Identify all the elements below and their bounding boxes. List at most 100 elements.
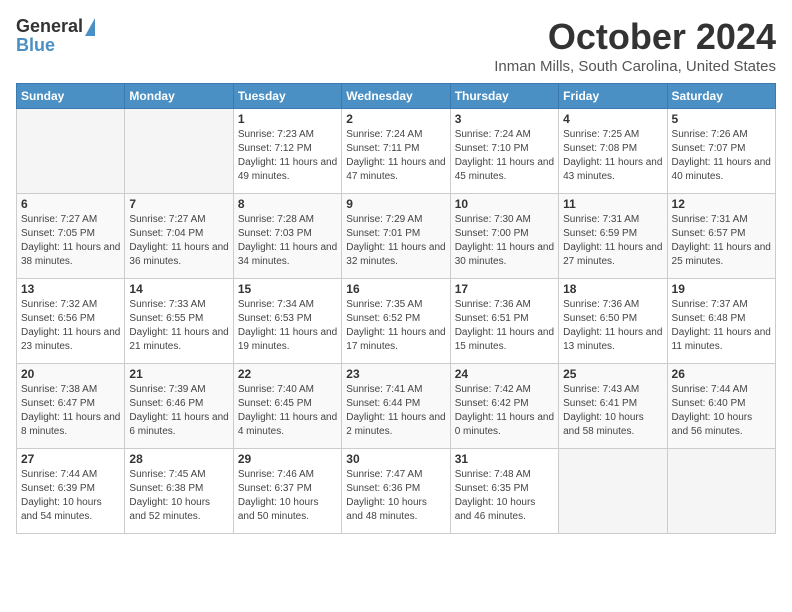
day-info: Sunrise: 7:27 AMSunset: 7:05 PMDaylight:… (21, 213, 120, 269)
calendar-cell: 4 Sunrise: 7:25 AMSunset: 7:08 PMDaylight… (559, 109, 667, 194)
calendar-cell: 15 Sunrise: 7:34 AMSunset: 6:53 PMDayligh… (233, 279, 341, 364)
day-info: Sunrise: 7:39 AMSunset: 6:46 PMDaylight:… (129, 383, 228, 439)
month-title: October 2024 (494, 16, 776, 58)
calendar-cell: 7 Sunrise: 7:27 AMSunset: 7:04 PMDaylight… (125, 194, 233, 279)
day-info: Sunrise: 7:31 AMSunset: 6:57 PMDaylight:… (672, 213, 771, 269)
day-info: Sunrise: 7:44 AMSunset: 6:40 PMDaylight:… (672, 383, 771, 439)
day-info: Sunrise: 7:45 AMSunset: 6:38 PMDaylight:… (129, 468, 228, 524)
day-info: Sunrise: 7:37 AMSunset: 6:48 PMDaylight:… (672, 298, 771, 354)
week-row-5: 27 Sunrise: 7:44 AMSunset: 6:39 PMDayligh… (17, 449, 776, 534)
col-monday: Monday (125, 84, 233, 109)
day-number: 18 (563, 282, 662, 296)
day-number: 4 (563, 112, 662, 126)
day-info: Sunrise: 7:27 AMSunset: 7:04 PMDaylight:… (129, 213, 228, 269)
calendar-cell (17, 109, 125, 194)
day-info: Sunrise: 7:25 AMSunset: 7:08 PMDaylight:… (563, 128, 662, 184)
calendar-cell: 25 Sunrise: 7:43 AMSunset: 6:41 PMDayligh… (559, 364, 667, 449)
day-number: 21 (129, 367, 228, 381)
day-info: Sunrise: 7:26 AMSunset: 7:07 PMDaylight:… (672, 128, 771, 184)
calendar-cell: 23Sunrise: 7:41 AMSunset: 6:44 PMDayligh… (342, 364, 450, 449)
calendar-cell: 28 Sunrise: 7:45 AMSunset: 6:38 PMDayligh… (125, 449, 233, 534)
day-info: Sunrise: 7:23 AMSunset: 7:12 PMDaylight:… (238, 128, 337, 184)
day-number: 24 (455, 367, 554, 381)
week-row-2: 6 Sunrise: 7:27 AMSunset: 7:05 PMDaylight… (17, 194, 776, 279)
day-info: Sunrise: 7:28 AMSunset: 7:03 PMDaylight:… (238, 213, 337, 269)
day-number: 25 (563, 367, 662, 381)
day-info: Sunrise: 7:38 AMSunset: 6:47 PMDaylight:… (21, 383, 120, 439)
col-sunday: Sunday (17, 84, 125, 109)
day-info: Sunrise: 7:44 AMSunset: 6:39 PMDaylight:… (21, 468, 120, 524)
day-number: 13 (21, 282, 120, 296)
day-info: Sunrise: 7:48 AMSunset: 6:35 PMDaylight:… (455, 468, 554, 524)
day-info: Sunrise: 7:46 AMSunset: 6:37 PMDaylight:… (238, 468, 337, 524)
day-number: 30 (346, 452, 445, 466)
location: Inman Mills, South Carolina, United Stat… (494, 58, 776, 75)
day-number: 28 (129, 452, 228, 466)
day-number: 1 (238, 112, 337, 126)
calendar-cell: 26Sunrise: 7:44 AMSunset: 6:40 PMDayligh… (667, 364, 775, 449)
day-info: Sunrise: 7:33 AMSunset: 6:55 PMDaylight:… (129, 298, 228, 354)
day-number: 19 (672, 282, 771, 296)
day-info: Sunrise: 7:24 AMSunset: 7:11 PMDaylight:… (346, 128, 445, 184)
day-info: Sunrise: 7:40 AMSunset: 6:45 PMDaylight:… (238, 383, 337, 439)
day-info: Sunrise: 7:34 AMSunset: 6:53 PMDaylight:… (238, 298, 337, 354)
day-number: 8 (238, 197, 337, 211)
calendar-cell: 8 Sunrise: 7:28 AMSunset: 7:03 PMDaylight… (233, 194, 341, 279)
calendar-cell: 29 Sunrise: 7:46 AMSunset: 6:37 PMDayligh… (233, 449, 341, 534)
day-number: 14 (129, 282, 228, 296)
logo-blue: Blue (16, 35, 55, 56)
day-info: Sunrise: 7:36 AMSunset: 6:51 PMDaylight:… (455, 298, 554, 354)
calendar-cell: 1 Sunrise: 7:23 AMSunset: 7:12 PMDaylight… (233, 109, 341, 194)
logo-general: General (16, 16, 83, 37)
week-row-4: 20Sunrise: 7:38 AMSunset: 6:47 PMDayligh… (17, 364, 776, 449)
day-info: Sunrise: 7:43 AMSunset: 6:41 PMDaylight:… (563, 383, 662, 439)
calendar-cell: 18 Sunrise: 7:36 AMSunset: 6:50 PMDayligh… (559, 279, 667, 364)
col-friday: Friday (559, 84, 667, 109)
day-info: Sunrise: 7:36 AMSunset: 6:50 PMDaylight:… (563, 298, 662, 354)
calendar-cell: 12 Sunrise: 7:31 AMSunset: 6:57 PMDayligh… (667, 194, 775, 279)
logo: General Blue (16, 16, 95, 56)
day-number: 10 (455, 197, 554, 211)
day-number: 15 (238, 282, 337, 296)
calendar-cell: 6 Sunrise: 7:27 AMSunset: 7:05 PMDaylight… (17, 194, 125, 279)
calendar-cell: 17 Sunrise: 7:36 AMSunset: 6:51 PMDayligh… (450, 279, 558, 364)
calendar-header-row: Sunday Monday Tuesday Wednesday Thursday… (17, 84, 776, 109)
calendar-cell: 14 Sunrise: 7:33 AMSunset: 6:55 PMDayligh… (125, 279, 233, 364)
calendar-cell: 13 Sunrise: 7:32 AMSunset: 6:56 PMDayligh… (17, 279, 125, 364)
day-info: Sunrise: 7:29 AMSunset: 7:01 PMDaylight:… (346, 213, 445, 269)
day-info: Sunrise: 7:42 AMSunset: 6:42 PMDaylight:… (455, 383, 554, 439)
title-section: October 2024 Inman Mills, South Carolina… (494, 16, 776, 75)
day-info: Sunrise: 7:32 AMSunset: 6:56 PMDaylight:… (21, 298, 120, 354)
day-number: 7 (129, 197, 228, 211)
day-number: 6 (21, 197, 120, 211)
calendar-cell: 27 Sunrise: 7:44 AMSunset: 6:39 PMDayligh… (17, 449, 125, 534)
day-number: 9 (346, 197, 445, 211)
day-number: 17 (455, 282, 554, 296)
calendar-cell: 9 Sunrise: 7:29 AMSunset: 7:01 PMDaylight… (342, 194, 450, 279)
calendar-cell: 20Sunrise: 7:38 AMSunset: 6:47 PMDayligh… (17, 364, 125, 449)
day-info: Sunrise: 7:31 AMSunset: 6:59 PMDaylight:… (563, 213, 662, 269)
day-number: 22 (238, 367, 337, 381)
week-row-1: 1 Sunrise: 7:23 AMSunset: 7:12 PMDaylight… (17, 109, 776, 194)
calendar-cell: 21 Sunrise: 7:39 AMSunset: 6:46 PMDayligh… (125, 364, 233, 449)
day-info: Sunrise: 7:47 AMSunset: 6:36 PMDaylight:… (346, 468, 445, 524)
calendar-cell: 10 Sunrise: 7:30 AMSunset: 7:00 PMDayligh… (450, 194, 558, 279)
day-number: 11 (563, 197, 662, 211)
week-row-3: 13 Sunrise: 7:32 AMSunset: 6:56 PMDayligh… (17, 279, 776, 364)
calendar-cell (125, 109, 233, 194)
logo-triangle (85, 18, 95, 36)
calendar-cell: 11 Sunrise: 7:31 AMSunset: 6:59 PMDayligh… (559, 194, 667, 279)
calendar-cell: 2Sunrise: 7:24 AMSunset: 7:11 PMDaylight… (342, 109, 450, 194)
day-number: 23 (346, 367, 445, 381)
day-number: 31 (455, 452, 554, 466)
calendar-cell (667, 449, 775, 534)
day-number: 12 (672, 197, 771, 211)
col-saturday: Saturday (667, 84, 775, 109)
calendar-cell: 24 Sunrise: 7:42 AMSunset: 6:42 PMDayligh… (450, 364, 558, 449)
day-info: Sunrise: 7:30 AMSunset: 7:00 PMDaylight:… (455, 213, 554, 269)
day-number: 27 (21, 452, 120, 466)
day-number: 29 (238, 452, 337, 466)
day-number: 5 (672, 112, 771, 126)
day-info: Sunrise: 7:35 AMSunset: 6:52 PMDaylight:… (346, 298, 445, 354)
calendar-cell: 16Sunrise: 7:35 AMSunset: 6:52 PMDayligh… (342, 279, 450, 364)
